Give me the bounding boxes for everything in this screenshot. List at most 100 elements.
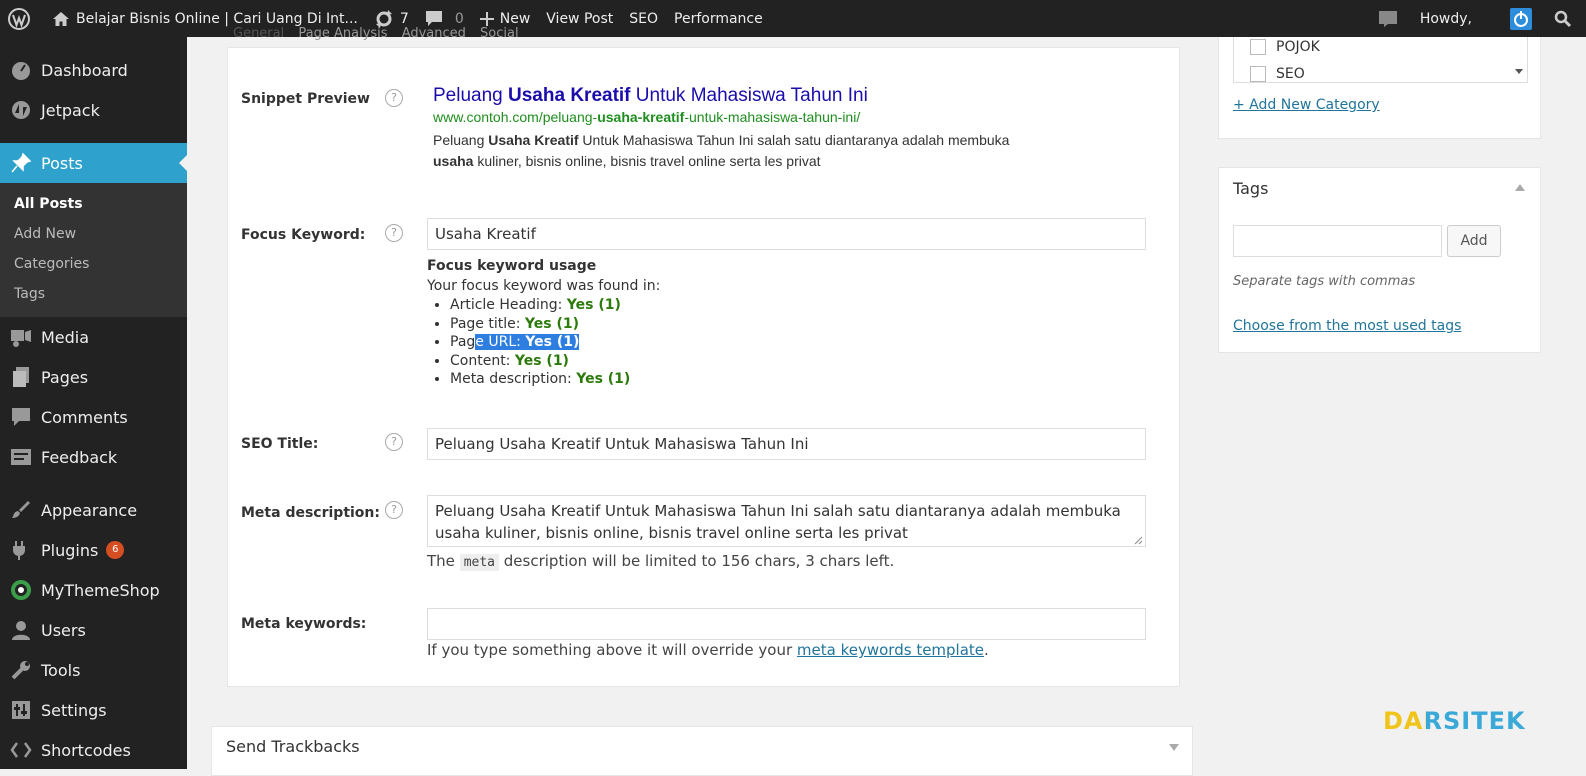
meta-keywords-input[interactable] <box>427 608 1146 640</box>
category-checkbox[interactable] <box>1250 39 1266 55</box>
choose-most-used-tags-link[interactable]: Choose from the most used tags <box>1233 318 1461 334</box>
howdy-label: Howdy, <box>1419 10 1472 27</box>
snippet-desc-1: Peluang <box>433 132 489 148</box>
submenu-add-new[interactable]: Add New <box>0 219 187 249</box>
shortcodes-icon <box>10 742 32 758</box>
menu-jetpack[interactable]: Jetpack <box>0 90 187 130</box>
snippet-help-icon[interactable]: ? <box>385 89 403 107</box>
menu-media[interactable]: Media <box>0 317 187 357</box>
submenu-all-posts[interactable]: All Posts <box>0 189 187 219</box>
menu-dashboard-label: Dashboard <box>41 60 128 80</box>
seo-title-help-icon[interactable]: ? <box>385 433 403 451</box>
pushpin-icon <box>11 152 32 173</box>
keywords-note-after: . <box>984 641 989 659</box>
menu-users[interactable]: Users <box>0 610 187 650</box>
menu-dashboard[interactable]: Dashboard <box>0 50 187 90</box>
collapse-arrow-icon[interactable] <box>1515 184 1525 192</box>
usage-item-article-heading: Article Heading: Yes (1) <box>450 296 660 315</box>
tab-page-analysis[interactable]: Page Analysis <box>298 26 387 41</box>
focus-keyword-help-icon[interactable]: ? <box>385 224 403 242</box>
performance-menu-link[interactable]: Performance <box>666 0 771 37</box>
menu-plugins-label: Plugins <box>41 540 99 560</box>
watermark-logo: DARSITEK <box>1383 707 1526 735</box>
tab-advanced[interactable]: Advanced <box>402 26 466 41</box>
add-tag-button[interactable]: Add <box>1447 225 1501 257</box>
snippet-title: Peluang Usaha Kreatif Untuk Mahasiswa Ta… <box>433 85 868 107</box>
menu-posts-label: Posts <box>41 153 83 173</box>
meta-description-label: Meta description: <box>241 505 380 521</box>
wordpress-logo-icon[interactable] <box>0 0 44 37</box>
jetpack-icon <box>12 101 30 119</box>
snippet-url-keyword: usaha-kreatif <box>597 109 685 125</box>
my-account-link[interactable]: Howdy, <box>1412 0 1502 37</box>
submenu-tags[interactable]: Tags <box>0 279 187 309</box>
usage-label-selected: e URL: <box>475 334 526 350</box>
snippet-title-keyword: Usaha Kreatif <box>508 85 631 106</box>
category-name: POJOK <box>1276 39 1320 55</box>
settings-icon <box>12 701 30 719</box>
add-new-category-link[interactable]: + Add New Category <box>1233 97 1380 113</box>
menu-media-label: Media <box>41 327 90 347</box>
notification-icon[interactable] <box>1370 0 1412 37</box>
menu-pages[interactable]: Pages <box>0 357 187 397</box>
menu-appearance-label: Appearance <box>41 500 138 520</box>
seo-tabs: General Page Analysis Advanced Social <box>227 26 607 44</box>
home-icon <box>53 11 69 26</box>
tab-social[interactable]: Social <box>480 26 519 41</box>
menu-comments[interactable]: Comments <box>0 397 187 437</box>
snippet-url-before: www.contoh.com/peluang- <box>433 109 598 125</box>
snippet-desc-3: kuliner, bisnis online, bisnis travel on… <box>473 153 821 169</box>
note-after: description will be limited to 156 chars… <box>503 552 895 570</box>
usage-result: Yes (1) <box>514 352 569 369</box>
tags-input[interactable] <box>1233 225 1442 257</box>
category-item[interactable]: POJOK <box>1250 39 1320 55</box>
menu-plugins[interactable]: Plugins 6 <box>0 530 187 570</box>
meta-keywords-label: Meta keywords: <box>241 616 367 632</box>
meta-description-help-icon[interactable]: ? <box>385 501 403 519</box>
resize-handle-icon[interactable] <box>1134 536 1143 545</box>
usage-label-start: Pag <box>450 334 476 350</box>
usage-item-page-url: Page URL: Yes (1) <box>450 333 660 352</box>
snippet-url: www.contoh.com/peluang-usaha-kreatif-unt… <box>433 109 860 125</box>
category-checkbox[interactable] <box>1250 66 1266 82</box>
comment-bubble-icon <box>425 10 442 26</box>
snippet-title-after: Untuk Mahasiswa Tahun Ini <box>630 85 868 106</box>
usage-label: Article Heading: <box>450 297 567 313</box>
category-name: SEO <box>1276 66 1305 82</box>
new-label: New <box>499 10 531 27</box>
meta-description-textarea[interactable]: Peluang Usaha Kreatif Untuk Mahasiswa Ta… <box>427 495 1146 547</box>
menu-mythemeshop[interactable]: MyThemeShop <box>0 570 187 610</box>
scroll-down-arrow-icon[interactable] <box>1515 69 1523 75</box>
plus-icon <box>479 11 494 26</box>
menu-settings[interactable]: Settings <box>0 690 187 730</box>
focus-keyword-input[interactable]: Usaha Kreatif <box>427 218 1146 250</box>
note-before: The <box>427 552 455 570</box>
submenu-categories[interactable]: Categories <box>0 249 187 279</box>
menu-posts[interactable]: Posts <box>0 143 187 183</box>
collapse-arrow-icon[interactable] <box>1169 744 1179 752</box>
menu-appearance[interactable]: Appearance <box>0 490 187 530</box>
meta-keywords-template-link[interactable]: meta keywords template <box>797 641 984 659</box>
categories-metabox: POJOK SEO + Add New Category <box>1218 37 1541 139</box>
mythemeshop-icon <box>11 580 31 600</box>
seo-title-input[interactable]: Peluang Usaha Kreatif Untuk Mahasiswa Ta… <box>427 428 1146 460</box>
menu-shortcodes[interactable]: Shortcodes <box>0 730 187 769</box>
menu-shortcodes-label: Shortcodes <box>41 740 131 760</box>
power-icon[interactable] <box>1502 0 1546 37</box>
category-item[interactable]: SEO <box>1250 66 1305 82</box>
menu-tools[interactable]: Tools <box>0 650 187 690</box>
menu-tools-label: Tools <box>41 660 81 680</box>
comments-icon <box>12 408 30 426</box>
menu-feedback[interactable]: Feedback <box>0 437 187 477</box>
menu-mythemeshop-label: MyThemeShop <box>41 580 160 600</box>
search-icon[interactable] <box>1546 0 1586 37</box>
tab-general[interactable]: General <box>227 26 284 41</box>
plug-icon <box>13 541 25 560</box>
snippet-description: Peluang Usaha Kreatif Untuk Mahasiswa Ta… <box>433 130 1013 172</box>
meta-description-note: The meta description will be limited to … <box>427 552 895 571</box>
snippet-desc-keyword-2: usaha <box>433 153 474 169</box>
seo-menu-link[interactable]: SEO <box>621 0 666 37</box>
seo-title-label: SEO Title: <box>241 436 319 452</box>
user-icon <box>12 621 30 640</box>
usage-item-content: Content: Yes (1) <box>450 352 660 371</box>
